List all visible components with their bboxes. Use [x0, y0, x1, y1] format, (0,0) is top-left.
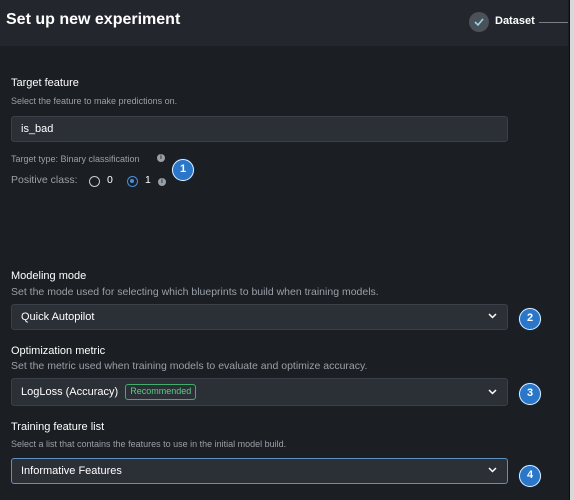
modeling-mode-help: Set the mode used for selecting which bl… [11, 286, 379, 298]
modeling-mode-select[interactable]: Quick Autopilot [11, 304, 508, 330]
training-feature-list-value: Informative Features [21, 465, 122, 477]
optimization-metric-help: Set the metric used when training models… [11, 360, 368, 372]
callout-1: 1 [172, 159, 194, 181]
callout-3: 3 [519, 383, 541, 405]
target-feature-input[interactable]: is_bad [11, 116, 508, 142]
training-feature-list-help: Select a list that contains the features… [11, 439, 287, 449]
callout-2: 2 [519, 308, 541, 330]
check-icon [474, 18, 484, 26]
chevron-down-icon [488, 389, 497, 395]
callout-4: 4 [519, 465, 541, 487]
chevron-down-icon [488, 467, 497, 473]
step-dataset-check[interactable] [469, 12, 489, 32]
step-connector [539, 22, 568, 23]
training-feature-list-select[interactable]: Informative Features [11, 458, 508, 484]
modeling-mode-value: Quick Autopilot [21, 311, 95, 323]
positive-class-option-1[interactable]: 1 [145, 174, 151, 186]
target-feature-value: is_bad [21, 123, 54, 135]
page-title: Set up new experiment [6, 11, 181, 28]
optimization-metric-label: Optimization metric [11, 345, 106, 357]
positive-class-radio-1[interactable] [127, 176, 138, 187]
target-type-text: Target type: Binary classification [11, 154, 140, 164]
target-type-info-icon[interactable]: i [157, 154, 165, 162]
target-feature-help: Select the feature to make predictions o… [11, 96, 178, 106]
window-edge [570, 0, 574, 500]
positive-class-radio-0[interactable] [89, 176, 100, 187]
step-dataset-label[interactable]: Dataset [495, 15, 535, 27]
page-header: Set up new experiment Dataset [0, 0, 568, 47]
optimization-metric-select[interactable]: LogLoss (Accuracy) Recommended [11, 378, 508, 406]
optimization-metric-value: LogLoss (Accuracy) [21, 386, 119, 398]
positive-class-info-icon[interactable]: i [158, 178, 166, 186]
positive-class-label: Positive class: [11, 174, 78, 186]
training-feature-list-label: Training feature list [11, 421, 105, 433]
target-feature-label: Target feature [11, 77, 79, 89]
positive-class-option-0[interactable]: 0 [107, 174, 113, 186]
recommended-badge: Recommended [125, 384, 197, 400]
experiment-form: Target feature Select the feature to mak… [0, 46, 568, 500]
modeling-mode-label: Modeling mode [11, 270, 87, 282]
chevron-down-icon [488, 313, 497, 319]
